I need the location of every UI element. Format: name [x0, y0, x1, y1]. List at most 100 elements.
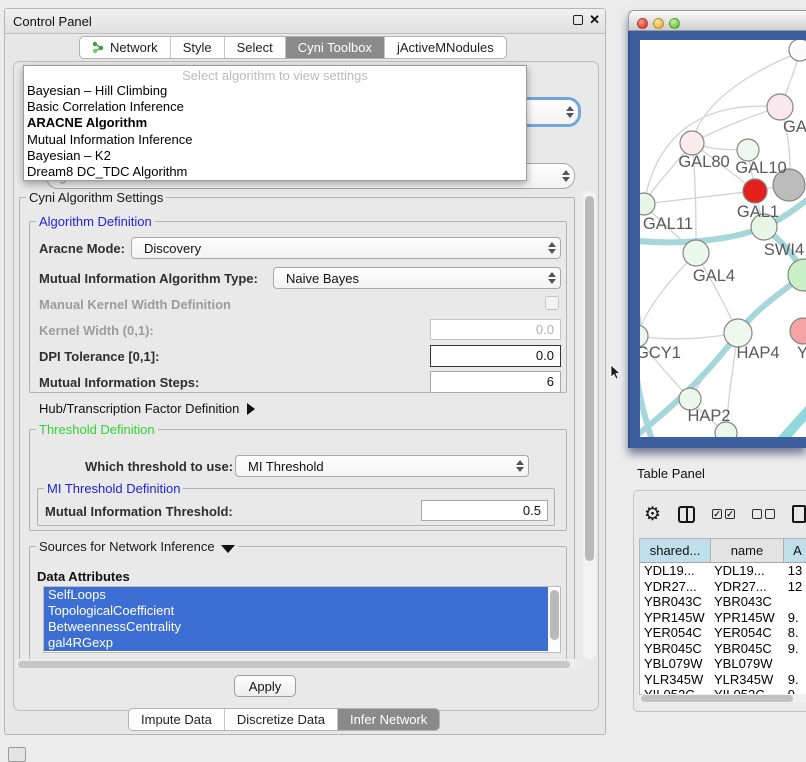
kernel-width-field[interactable]: 0.0: [430, 319, 561, 340]
new-table-icon[interactable]: [792, 505, 806, 523]
cyni-mode-tabbar: Impute Data Discretize Data Infer Networ…: [128, 708, 440, 731]
combo-stepper-icon: [562, 106, 578, 118]
expander-collapsed-icon: [247, 403, 255, 415]
sources-title[interactable]: Sources for Network Inference: [36, 539, 238, 554]
minimize-window-icon[interactable]: [653, 18, 664, 29]
attribute-list-scrollbar[interactable]: [548, 587, 560, 651]
control-panel-title: Control Panel: [13, 14, 92, 29]
column-header-shared-name[interactable]: shared...: [640, 539, 711, 562]
node-gal1: [743, 179, 767, 203]
algorithm-dropdown-placeholder: Select algorithm to view settings: [24, 66, 526, 83]
network-node-labels: GAL80 GAL10 GAL1 GAL11 SWI4 GAL4 GCY1 HA…: [640, 118, 806, 425]
node-label: GAL11: [643, 215, 693, 233]
tab-style[interactable]: Style: [171, 37, 225, 58]
network-canvas[interactable]: GAL80 GAL10 GAL1 GAL11 SWI4 GAL4 GCY1 HA…: [640, 40, 806, 437]
columns-icon[interactable]: [678, 506, 695, 523]
mi-threshold-label: Mutual Information Threshold:: [45, 504, 233, 519]
network-view-frame: GAL80 GAL10 GAL1 GAL11 SWI4 GAL4 GCY1 HA…: [628, 31, 806, 448]
table-panel-title: Table Panel: [637, 466, 705, 481]
mi-threshold-field[interactable]: 0.5: [421, 500, 548, 521]
mi-steps-field[interactable]: 6: [430, 371, 561, 393]
tab-infer-network[interactable]: Infer Network: [338, 709, 439, 730]
column-header-partial[interactable]: A: [784, 539, 806, 562]
node-label: GAL10: [735, 159, 786, 177]
control-panel-window: Control Panel ✕ Network Style Select Cyn…: [4, 8, 606, 735]
tab-jactivemnodules[interactable]: jActiveMNodules: [385, 37, 506, 58]
algorithm-option[interactable]: Bayesian – K2: [24, 148, 526, 164]
settings-vertical-scrollbar[interactable]: [583, 191, 596, 659]
table-horizontal-scrollbar[interactable]: [639, 694, 806, 703]
expander-expanded-icon: [221, 545, 235, 553]
float-panel-icon[interactable]: [573, 15, 583, 25]
table-row[interactable]: YBL079WYBL079W: [640, 656, 806, 672]
combo-stepper-icon: [512, 460, 528, 472]
network-window-titlebar[interactable]: [628, 10, 806, 31]
combo-stepper-icon: [544, 272, 560, 284]
table-row[interactable]: YLR345WYLR345W9.: [640, 672, 806, 688]
table-row[interactable]: YDL19...YDL19...13: [640, 563, 806, 579]
close-panel-icon[interactable]: ✕: [589, 12, 600, 28]
node-label: GAL1: [737, 203, 779, 221]
algorithm-option[interactable]: Mutual Information Inference: [24, 132, 526, 148]
network-graph-icon: [92, 41, 105, 54]
manual-kernel-checkbox[interactable]: [545, 296, 559, 310]
node-label: GAL: [783, 118, 806, 136]
restore-panel-icon[interactable]: [8, 747, 26, 762]
kernel-width-label: Kernel Width (0,1):: [39, 323, 154, 338]
attribute-item-selected[interactable]: BetweennessCentrality: [44, 619, 548, 635]
which-threshold-label: Which threshold to use:: [85, 459, 233, 474]
settings-horizontal-scrollbar[interactable]: [15, 659, 585, 669]
threshold-definition-title: Threshold Definition: [36, 422, 158, 437]
tab-impute-data[interactable]: Impute Data: [129, 709, 225, 730]
mi-type-label: Mutual Information Algorithm Type:: [39, 271, 258, 286]
node-unlabeled: [789, 40, 806, 61]
control-panel-tabbar: Network Style Select Cyni Toolbox jActiv…: [79, 36, 507, 59]
table-row[interactable]: YER054CYER054C8.: [640, 625, 806, 641]
column-header-name[interactable]: name: [711, 539, 784, 562]
attribute-item-selected[interactable]: SelfLoops: [44, 587, 548, 603]
table-row[interactable]: YPR145WYPR145W9.: [640, 610, 806, 626]
gear-icon[interactable]: ⚙: [644, 505, 661, 524]
mi-type-combobox[interactable]: Naive Bayes: [273, 267, 561, 289]
combo-stepper-icon: [558, 170, 574, 182]
node-gal11: [640, 193, 655, 215]
node-label: GAL4: [693, 267, 735, 285]
aracne-mode-combobox[interactable]: Discovery: [131, 237, 561, 259]
table-row[interactable]: YBR045CYBR045C9.: [640, 641, 806, 657]
which-threshold-combobox[interactable]: MI Threshold: [235, 455, 529, 477]
node-gal80: [680, 131, 704, 155]
hub-definition-expander[interactable]: Hub/Transcription Factor Definition: [39, 401, 255, 416]
node-label: SWI4: [764, 241, 804, 259]
deselect-all-checkboxes-icon[interactable]: [752, 509, 775, 519]
algorithm-option[interactable]: Basic Correlation Inference: [24, 99, 526, 115]
network-view-window: GAL80 GAL10 GAL1 GAL11 SWI4 GAL4 GCY1 HA…: [628, 10, 806, 448]
attribute-item-selected[interactable]: gal4RGexp: [44, 635, 548, 651]
table-row[interactable]: YBR043CYBR043C: [640, 594, 806, 610]
tab-select[interactable]: Select: [225, 37, 286, 58]
network-edge-bright-cyan: [766, 382, 806, 437]
control-panel-titlebar[interactable]: Control Panel ✕: [5, 9, 605, 34]
node-gal4: [683, 240, 709, 266]
tab-discretize-data[interactable]: Discretize Data: [225, 709, 338, 730]
table-header-row: shared... name A: [640, 539, 806, 563]
node-label: GAL80: [678, 153, 729, 171]
data-attributes-list: SelfLoops TopologicalCoefficient Between…: [43, 586, 561, 653]
attribute-item-selected[interactable]: TopologicalCoefficient: [44, 603, 548, 619]
data-attributes-label: Data Attributes: [37, 569, 130, 584]
mi-steps-label: Mutual Information Steps:: [39, 375, 199, 390]
close-window-icon[interactable]: [637, 18, 648, 29]
algorithm-option-selected[interactable]: ARACNE Algorithm: [24, 115, 526, 131]
algorithm-option[interactable]: Dream8 DC_TDC Algorithm: [24, 164, 526, 180]
dpi-tolerance-field[interactable]: 0.0: [430, 345, 561, 367]
select-all-checkboxes-icon[interactable]: ✓✓: [712, 509, 735, 519]
algorithm-definition-title: Algorithm Definition: [36, 214, 155, 229]
zoom-window-icon[interactable]: [669, 18, 680, 29]
dpi-tolerance-label: DPI Tolerance [0,1]:: [39, 349, 159, 364]
node-label: GCY1: [640, 344, 681, 362]
algorithm-option[interactable]: Bayesian – Hill Climbing: [24, 83, 526, 99]
table-row[interactable]: YDR27...YDR27...12: [640, 579, 806, 595]
combo-stepper-icon: [544, 242, 560, 254]
apply-button[interactable]: Apply: [234, 675, 296, 697]
tab-cyni-toolbox[interactable]: Cyni Toolbox: [286, 37, 385, 58]
tab-network[interactable]: Network: [80, 37, 171, 58]
